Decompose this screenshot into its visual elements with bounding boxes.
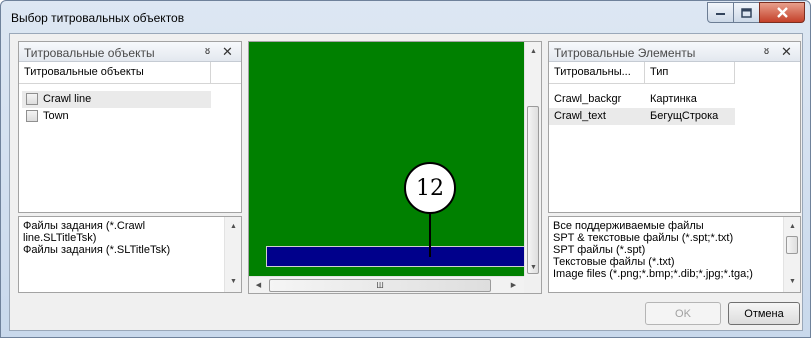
- preview-vertical-scrollbar[interactable]: ▲ ▼: [524, 42, 541, 276]
- element-name: Crawl_backgr: [554, 93, 622, 105]
- minimize-button[interactable]: [707, 2, 734, 23]
- column-header-name[interactable]: Титровальны...: [549, 62, 645, 84]
- cancel-button[interactable]: Отмена: [728, 302, 800, 325]
- pin-icon[interactable]: ᴕ: [764, 45, 769, 57]
- element-type: БегущСтрока: [650, 110, 719, 122]
- vertical-scroll-thumb[interactable]: [786, 236, 798, 254]
- vertical-scrollbar[interactable]: ▲ ▼: [224, 217, 241, 292]
- window-title: Выбор титровальных объектов: [11, 11, 185, 25]
- scroll-down-icon[interactable]: ▼: [525, 260, 541, 276]
- file-type-option[interactable]: Все поддерживаемые файлы: [553, 220, 704, 232]
- title-objects-panel: Титровальные объекты ᴕ ✕ Титровальные об…: [18, 41, 242, 213]
- vertical-scroll-thumb[interactable]: [527, 106, 539, 274]
- preview-horizontal-scrollbar[interactable]: ◀ Ш ▶: [249, 276, 524, 293]
- file-type-option[interactable]: Текстовые файлы (*.txt): [553, 256, 675, 268]
- file-type-option[interactable]: Файлы задания (*.SLTitleTsk): [23, 244, 170, 256]
- list-item-label: Town: [43, 110, 69, 122]
- scroll-down-icon[interactable]: ▼: [225, 274, 241, 290]
- close-window-button[interactable]: [759, 2, 805, 23]
- file-type-option[interactable]: line.SLTitleTsk): [23, 232, 96, 244]
- dialog-client: Титровальные объекты ᴕ ✕ Титровальные об…: [9, 33, 803, 331]
- scroll-up-icon[interactable]: ▲: [784, 219, 800, 235]
- maximize-icon: [741, 7, 752, 18]
- crawl-line-bar[interactable]: [266, 246, 524, 267]
- ok-button[interactable]: OK: [645, 302, 721, 325]
- pin-icon[interactable]: ᴕ: [205, 45, 210, 57]
- column-header-type[interactable]: Тип: [645, 62, 735, 84]
- maximize-button[interactable]: [733, 2, 760, 23]
- title-elements-title: Титровальные Элементы: [554, 46, 696, 60]
- callout-pointer: [429, 208, 431, 257]
- title-objects-title: Титровальные объекты: [24, 46, 155, 60]
- close-icon[interactable]: ✕: [222, 44, 233, 60]
- column-header-empty: [211, 62, 241, 84]
- file-type-option[interactable]: SPT файлы (*.spt): [553, 244, 645, 256]
- close-icon[interactable]: ✕: [781, 44, 792, 60]
- callout-number: 12: [404, 162, 456, 214]
- table-row[interactable]: Crawl_text БегущСтрока: [549, 108, 735, 125]
- list-item[interactable]: Crawl line: [22, 91, 211, 108]
- horizontal-scroll-thumb[interactable]: Ш: [269, 279, 491, 292]
- title-bar[interactable]: Выбор титровальных объектов: [1, 1, 810, 33]
- preview-area: 12 ▲ ▼ ◀ Ш ▶: [248, 41, 542, 294]
- scroll-right-icon[interactable]: ▶: [505, 278, 522, 293]
- scroll-left-icon[interactable]: ◀: [250, 278, 267, 293]
- checkbox[interactable]: [26, 110, 38, 122]
- file-type-option[interactable]: Image files (*.png;*.bmp;*.dib;*.jpg;*.t…: [553, 268, 753, 280]
- scroll-down-icon[interactable]: ▼: [784, 274, 800, 290]
- table-row[interactable]: Crawl_backgr Картинка: [549, 91, 735, 108]
- task-file-types-list[interactable]: Файлы задания (*.Crawl line.SLTitleTsk) …: [18, 216, 242, 293]
- file-type-option[interactable]: SPT & текстовые файлы (*.spt;*.txt): [553, 232, 733, 244]
- file-types-list[interactable]: Все поддерживаемые файлы SPT & текстовые…: [548, 216, 801, 293]
- list-item-label: Crawl line: [43, 93, 92, 105]
- file-type-option[interactable]: Файлы задания (*.Crawl: [23, 220, 145, 232]
- minimize-icon: [716, 12, 725, 15]
- list-item[interactable]: Town: [22, 108, 211, 125]
- scroll-up-icon[interactable]: ▲: [225, 219, 241, 235]
- checkbox[interactable]: [26, 93, 38, 105]
- element-type: Картинка: [650, 93, 697, 105]
- scroll-up-icon[interactable]: ▲: [525, 44, 541, 60]
- title-elements-panel: Титровальные Элементы ᴕ ✕ Титровальны...…: [548, 41, 801, 213]
- preview-canvas[interactable]: 12: [249, 42, 524, 276]
- title-elements-header: Титровальные Элементы ᴕ ✕: [549, 42, 800, 62]
- column-header-title-objects[interactable]: Титровальные объекты: [19, 62, 211, 84]
- vertical-scrollbar[interactable]: ▲ ▼: [783, 217, 800, 292]
- dialog-window: Выбор титровальных объектов Титровальные…: [0, 0, 811, 338]
- close-icon: [776, 7, 788, 18]
- element-name: Crawl_text: [554, 110, 606, 122]
- title-objects-header: Титровальные объекты ᴕ ✕: [19, 42, 241, 62]
